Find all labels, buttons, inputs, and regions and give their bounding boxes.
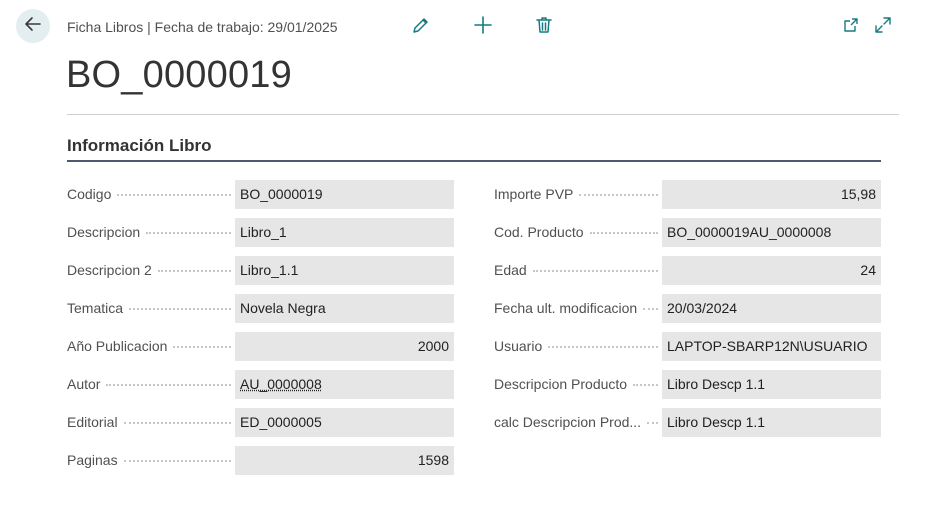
new-button[interactable]	[471, 15, 495, 39]
field-value[interactable]: 1598	[235, 446, 454, 475]
field-value[interactable]: 24	[662, 256, 881, 285]
field-label: calc Descripcion Prod...	[494, 408, 662, 437]
delete-button[interactable]	[532, 15, 556, 39]
expand-button[interactable]	[871, 15, 895, 39]
pencil-icon	[411, 15, 431, 40]
field-value[interactable]: ED_0000005	[235, 408, 454, 437]
page-title: BO_0000019	[66, 54, 292, 96]
field-value[interactable]: Novela Negra	[235, 294, 454, 323]
field-value[interactable]: Libro Descp 1.1	[662, 408, 881, 437]
field-value[interactable]: 15,98	[662, 180, 881, 209]
field-value[interactable]: AU_0000008	[235, 370, 454, 399]
field-value[interactable]: 2000	[235, 332, 454, 361]
field-label: Tematica	[67, 294, 235, 323]
field-label: Fecha ult. modificacion	[494, 294, 662, 323]
field-value[interactable]: BO_0000019AU_0000008	[662, 218, 881, 247]
field-label: Paginas	[67, 446, 235, 475]
field-label: Cod. Producto	[494, 218, 662, 247]
plus-icon	[473, 15, 493, 40]
back-button[interactable]	[16, 9, 50, 43]
field-label: Codigo	[67, 180, 235, 209]
field-label: Importe PVP	[494, 180, 662, 209]
field-label: Descripcion	[67, 218, 235, 247]
field-label: Edad	[494, 256, 662, 285]
section-title[interactable]: Información Libro	[67, 136, 212, 156]
autor-link[interactable]: AU_0000008	[240, 376, 322, 392]
header-divider	[67, 114, 899, 115]
edit-button[interactable]	[409, 15, 433, 39]
field-value[interactable]: BO_0000019	[235, 180, 454, 209]
field-value[interactable]: Libro_1.1	[235, 256, 454, 285]
expand-icon	[874, 16, 892, 39]
field-label: Descripcion Producto	[494, 370, 662, 399]
open-new-window-button[interactable]	[839, 15, 863, 39]
open-in-new-window-icon	[842, 16, 860, 39]
breadcrumb: Ficha Libros | Fecha de trabajo: 29/01/2…	[67, 19, 338, 35]
field-value[interactable]: LAPTOP-SBARP12N\USUARIO	[662, 332, 881, 361]
field-value[interactable]: Libro Descp 1.1	[662, 370, 881, 399]
trash-icon	[534, 15, 554, 40]
field-label: Año Publicacion	[67, 332, 235, 361]
back-arrow-icon	[23, 14, 43, 39]
field-label: Editorial	[67, 408, 235, 437]
field-value[interactable]: 20/03/2024	[662, 294, 881, 323]
field-label: Autor	[67, 370, 235, 399]
section-divider	[67, 160, 881, 162]
field-value[interactable]: Libro_1	[235, 218, 454, 247]
field-label: Descripcion 2	[67, 256, 235, 285]
field-label: Usuario	[494, 332, 662, 361]
